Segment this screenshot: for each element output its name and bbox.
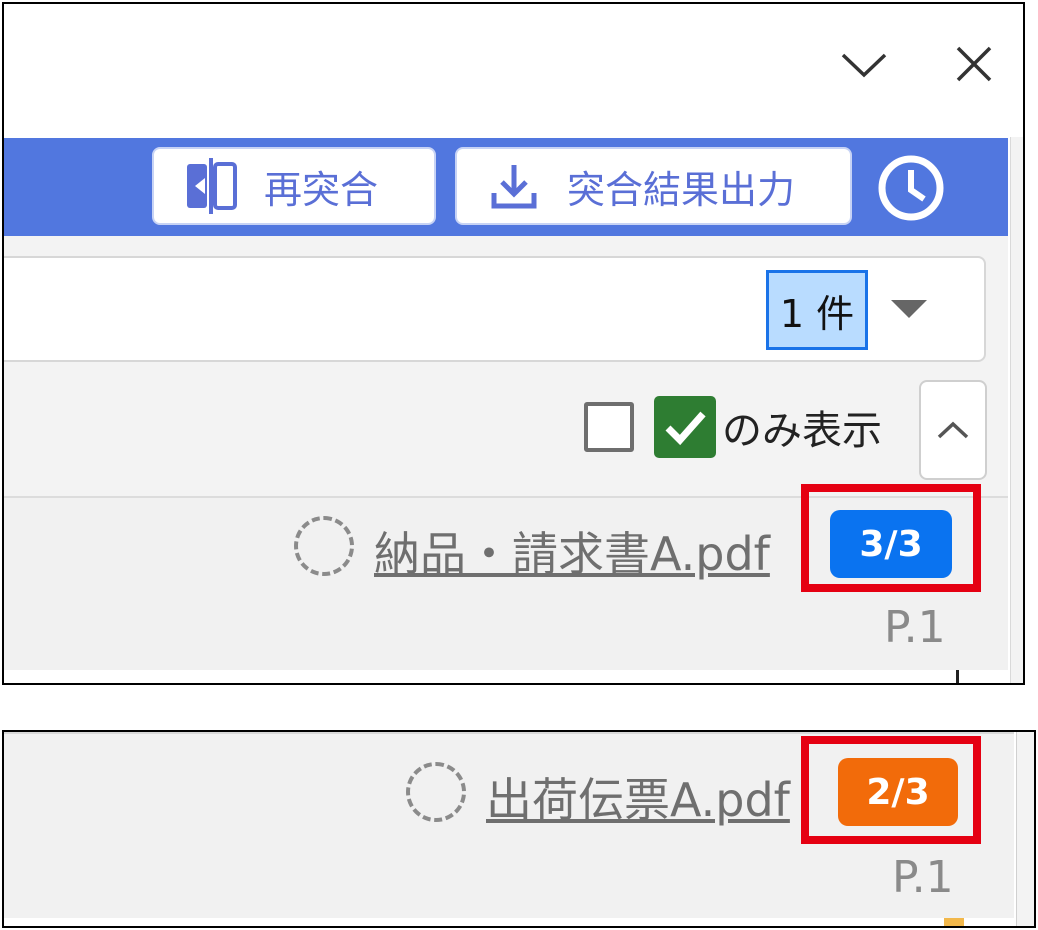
window-panel-top: 再突合 突合結果出力 1 件 のみ表示 納品・請求書A.pdf 3/3 P.1 [2,2,1025,685]
close-icon [956,46,992,82]
page-number: P.1 [892,852,954,903]
file-row: 納品・請求書A.pdf 3/3 P.1 [4,484,1008,670]
compare-icon [176,156,246,216]
status-pending-icon [406,762,466,822]
title-bar [4,4,1023,137]
filter-checkbox-checked[interactable] [654,396,716,458]
history-button[interactable] [874,151,948,225]
count-value[interactable]: 1 件 [766,270,868,350]
file-row: 出荷伝票A.pdf 2/3 P.1 [4,732,1014,918]
marker [944,918,964,926]
filter-checkbox-unchecked[interactable] [584,402,634,452]
filter-row: のみ表示 [4,368,1008,498]
highlight-box [801,736,981,844]
chevron-down-icon [841,53,887,78]
divider [956,670,959,683]
export-results-button[interactable]: 突合結果出力 [455,147,852,225]
window-panel-bottom: 出荷伝票A.pdf 2/3 P.1 [2,730,1036,928]
export-label: 突合結果出力 [567,167,796,212]
file-link[interactable]: 納品・請求書A.pdf [374,518,770,584]
scrollbar-track[interactable] [1016,732,1034,926]
preview-area [4,670,1008,683]
page-number: P.1 [884,602,946,653]
rematch-label: 再突合 [264,167,379,212]
download-icon [479,156,549,216]
chevron-up-icon [937,421,969,439]
close-button[interactable] [944,34,1004,94]
highlight-box [801,484,981,592]
status-pending-icon [294,516,354,576]
show-only-label: のみ表示 [722,408,882,454]
toolbar: 再突合 突合結果出力 [4,138,1008,236]
rematch-button[interactable]: 再突合 [152,147,436,225]
minimize-chevron-button[interactable] [834,34,894,94]
checkmark-icon [665,411,706,446]
collapse-button[interactable] [919,380,987,480]
preview-area [4,918,1014,926]
file-link[interactable]: 出荷伝票A.pdf [486,764,790,830]
count-selector[interactable]: 1 件 [4,256,986,362]
scrollbar-track[interactable] [1010,137,1023,683]
caret-down-icon[interactable] [886,294,932,324]
clock-icon [878,155,944,221]
count-selector-row: 1 件 [4,236,1008,368]
